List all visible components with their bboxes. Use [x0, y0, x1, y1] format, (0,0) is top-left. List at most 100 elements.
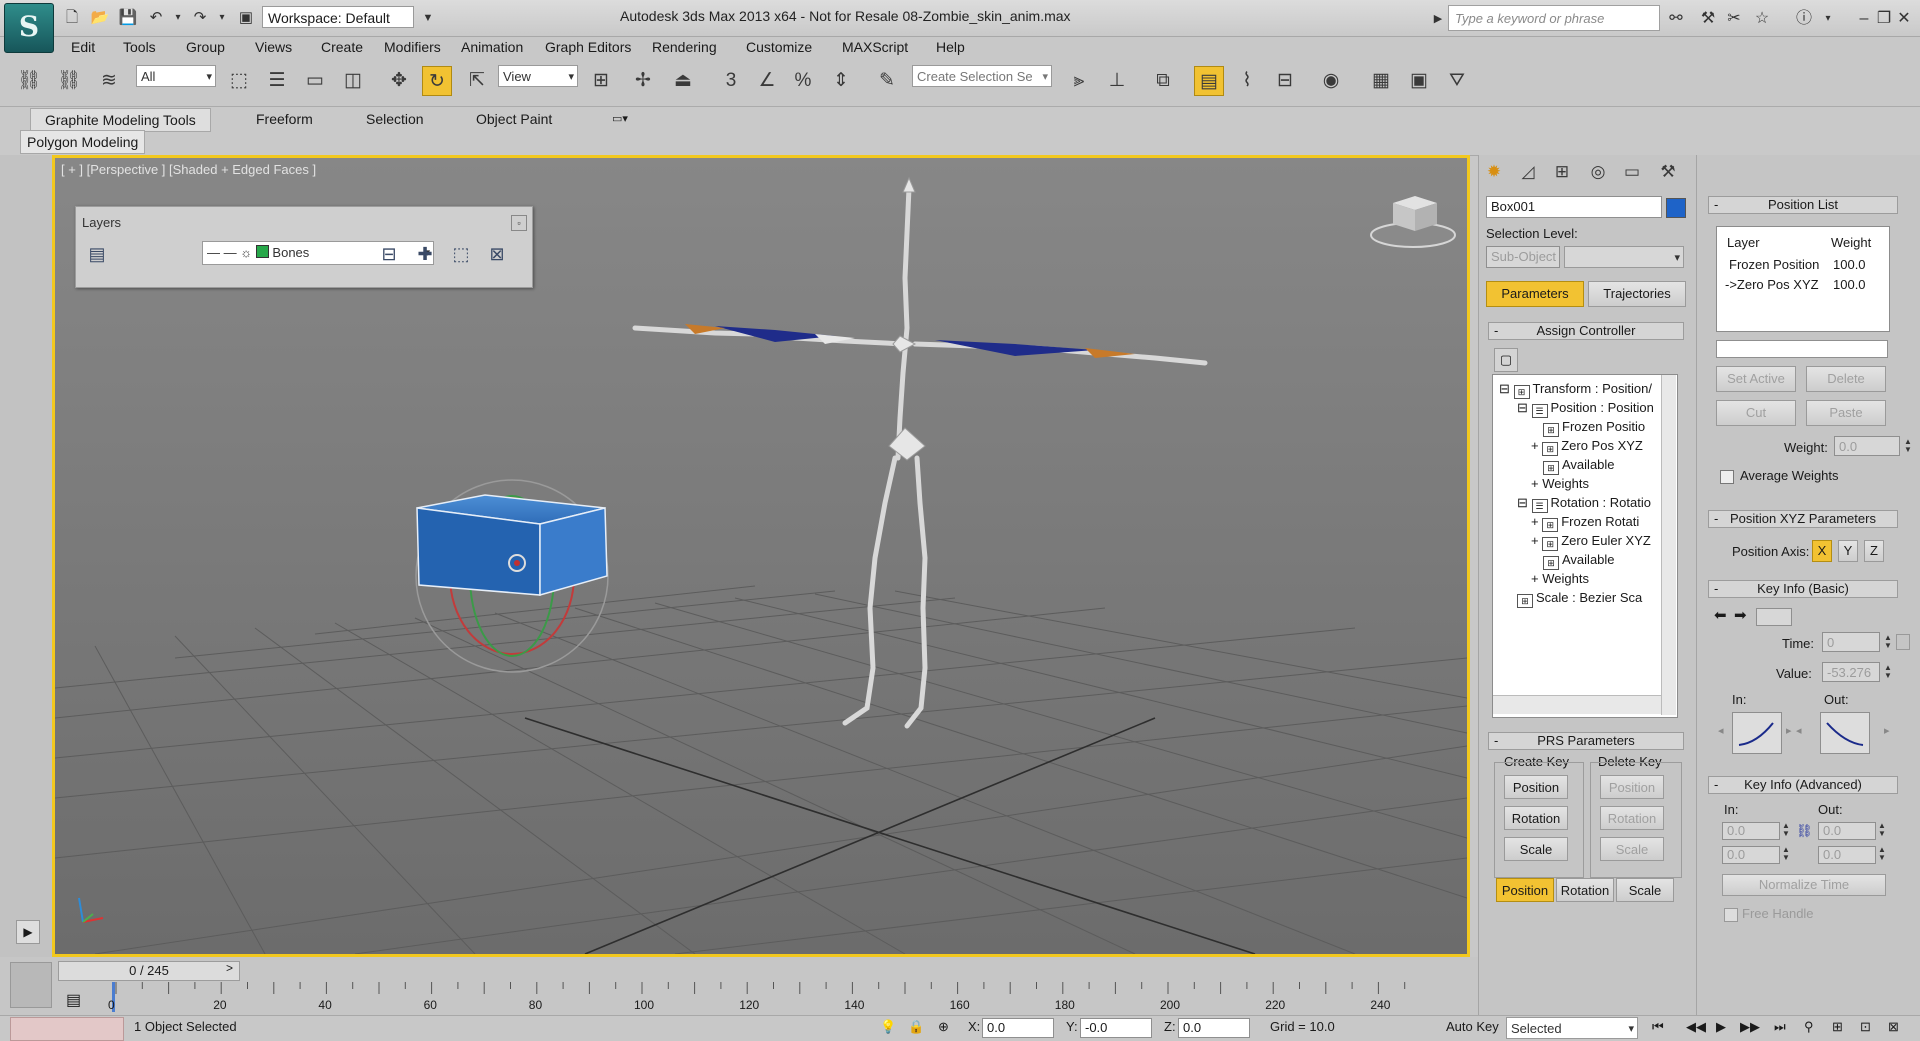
go-to-end-icon[interactable]: ⏭ [1774, 1019, 1786, 1035]
create-scale-key-button[interactable]: Scale [1504, 837, 1568, 861]
weight-spinner-icon[interactable]: ▲ ▼ [1904, 438, 1912, 454]
ribbon-options-icon[interactable]: ▭▾ [598, 108, 642, 130]
hierarchy-panel-icon[interactable]: ⊞ [1548, 160, 1576, 184]
trajectories-button[interactable]: Trajectories [1588, 281, 1686, 307]
value-spinner-icon[interactable]: ▲ ▼ [1884, 664, 1892, 680]
spinner-snap-icon[interactable]: ⇕ [826, 66, 856, 96]
layers-close-icon[interactable]: ▫ [511, 215, 527, 231]
tree-node[interactable]: ⊟ ⊞ Transform : Position/ [1499, 381, 1652, 399]
percent-snap-icon[interactable]: % [788, 66, 818, 96]
weight-field[interactable]: 0.0 [1834, 436, 1900, 456]
lock-handles-icon[interactable]: ⛓ [1796, 823, 1813, 839]
assign-controller-icon[interactable]: ▢ [1494, 348, 1518, 372]
viewcube[interactable] [1370, 196, 1456, 248]
tree-node[interactable]: ⊞ Frozen Positio [1543, 419, 1645, 437]
bind-to-space-warp-icon[interactable]: ≋ [94, 66, 124, 96]
create-position-key-button[interactable]: Position [1504, 775, 1568, 799]
next-key-arrow-icon[interactable]: ➡ [1734, 606, 1747, 624]
axis-x-button[interactable]: X [1812, 540, 1832, 562]
object-color-swatch[interactable] [1666, 198, 1686, 218]
tree-hscrollbar[interactable] [1493, 695, 1661, 714]
menu-rendering[interactable]: Rendering [652, 39, 717, 55]
layer-hide-icon[interactable]: — — [207, 245, 237, 260]
go-to-start-icon[interactable]: ⏮ [1652, 1019, 1664, 1035]
list-row-weight[interactable]: 100.0 [1833, 277, 1866, 292]
trackbar-menu-icon[interactable]: ▤ [66, 990, 81, 1010]
scale-tab-button[interactable]: Scale [1616, 878, 1674, 902]
adv-out-field-2[interactable]: 0.0 [1818, 846, 1876, 864]
select-and-scale-icon[interactable]: ⇱ [462, 66, 492, 96]
select-and-move-icon[interactable]: ✥ [384, 66, 414, 96]
position-xyz-rollout[interactable]: - Position XYZ Parameters [1708, 510, 1898, 528]
tab-freeform[interactable]: Freeform [242, 108, 327, 130]
biped-skeleton[interactable] [632, 185, 1208, 729]
delete-rotation-key-button[interactable]: Rotation [1600, 806, 1664, 830]
sub-object-button[interactable]: Sub-Object [1486, 246, 1560, 268]
key-info-advanced-rollout[interactable]: - Key Info (Advanced) [1708, 776, 1898, 794]
maxscript-listener[interactable] [10, 1017, 124, 1041]
workspace-arrow-icon[interactable]: ▼ [418, 8, 438, 28]
mini-curve-editor-toggle[interactable] [10, 962, 52, 1008]
assign-controller-rollout[interactable]: - Assign Controller [1488, 322, 1684, 340]
list-row-layer[interactable]: ->Zero Pos XYZ [1725, 277, 1819, 292]
create-rotation-key-button[interactable]: Rotation [1504, 806, 1568, 830]
isolate-selection-icon[interactable]: 💡 [880, 1019, 896, 1035]
curve-editor-icon[interactable]: ⌇ [1232, 66, 1262, 96]
tree-node[interactable]: + Weights [1531, 571, 1589, 586]
selection-filter-dropdown[interactable]: All [136, 65, 216, 88]
select-in-layer-icon[interactable]: ⬚ [448, 241, 474, 267]
help-icon[interactable]: ⓘ [1794, 9, 1814, 29]
edit-named-selection-icon[interactable]: ✎ [872, 66, 902, 96]
pivot-center-icon[interactable]: ⊞ [586, 66, 616, 96]
cut-button[interactable]: Cut [1716, 400, 1796, 426]
paste-button[interactable]: Paste [1806, 400, 1886, 426]
menu-edit[interactable]: Edit [71, 39, 95, 55]
rotation-tab-button[interactable]: Rotation [1556, 878, 1614, 902]
axis-y-button[interactable]: Y [1838, 540, 1858, 562]
set-active-button[interactable]: Set Active [1716, 366, 1796, 392]
list-row-weight[interactable]: 100.0 [1833, 257, 1866, 272]
new-file-icon[interactable]: 🗋 [62, 8, 82, 28]
position-list-table[interactable]: Layer Weight Frozen Position 100.0 ->Zer… [1716, 226, 1890, 332]
list-row-layer[interactable]: Frozen Position [1729, 257, 1819, 272]
perspective-viewport[interactable]: [ + ] [Perspective ] [Shaded + Edged Fac… [52, 155, 1470, 957]
snaps-toggle-icon[interactable]: 3 [716, 66, 746, 96]
tab-object-paint[interactable]: Object Paint [462, 108, 566, 130]
x-coord-field[interactable]: 0.0 [982, 1018, 1054, 1038]
select-and-manipulate-icon[interactable]: ✢ [628, 66, 658, 96]
set-current-layer-icon[interactable]: ⊠ [484, 241, 510, 267]
schematic-view-icon[interactable]: ⊟ [1270, 66, 1300, 96]
y-coord-field[interactable]: -0.0 [1080, 1018, 1152, 1038]
named-selection-dropdown[interactable]: Create Selection Se [912, 65, 1052, 88]
adv-in-spinner-1-icon[interactable]: ▲ ▼ [1782, 822, 1790, 838]
prev-key-arrow-icon[interactable]: ⬅ [1714, 606, 1727, 624]
delete-button[interactable]: Delete [1806, 366, 1886, 392]
create-panel-icon[interactable]: ✹ [1480, 160, 1508, 184]
value-field[interactable]: -53.276 [1822, 662, 1880, 682]
tree-node[interactable]: ⊞ Available [1543, 552, 1615, 570]
box001-object[interactable] [416, 494, 608, 596]
z-coord-field[interactable]: 0.0 [1178, 1018, 1250, 1038]
open-file-icon[interactable]: 📂 [90, 8, 110, 28]
in-tangent-type-button[interactable] [1732, 712, 1782, 754]
auto-key-button[interactable]: Auto Key [1446, 1019, 1499, 1034]
tree-node[interactable]: ⊞ Available [1543, 457, 1615, 475]
search-input[interactable]: Type a keyword or phrase [1448, 5, 1660, 31]
tree-node[interactable]: ⊟ ☰ Position : Position [1517, 400, 1654, 418]
tree-node[interactable]: ⊟ ☰ Rotation : Rotatio [1517, 495, 1651, 513]
menu-group[interactable]: Group [186, 39, 225, 55]
layer-manager-icon[interactable]: ⧉ [1148, 66, 1178, 96]
motion-panel-icon[interactable]: ◎ [1584, 160, 1612, 184]
mirror-icon[interactable]: ⫸ [1064, 66, 1094, 96]
adv-in-field-1[interactable]: 0.0 [1722, 822, 1780, 840]
tree-node[interactable]: + Weights [1531, 476, 1589, 491]
menu-maxscript[interactable]: MAXScript [842, 39, 908, 55]
app-logo-button[interactable]: S [4, 3, 54, 53]
select-and-rotate-icon[interactable]: ↻ [422, 66, 452, 96]
tree-node[interactable]: + ⊞ Zero Pos XYZ [1531, 438, 1643, 456]
adv-in-spinner-2-icon[interactable]: ▲ ▼ [1782, 846, 1790, 862]
menu-create[interactable]: Create [321, 39, 363, 55]
menu-graph-editors[interactable]: Graph Editors [545, 39, 631, 55]
save-icon[interactable]: 💾 [118, 8, 138, 28]
tree-node[interactable]: + ⊞ Zero Euler XYZ [1531, 533, 1651, 551]
